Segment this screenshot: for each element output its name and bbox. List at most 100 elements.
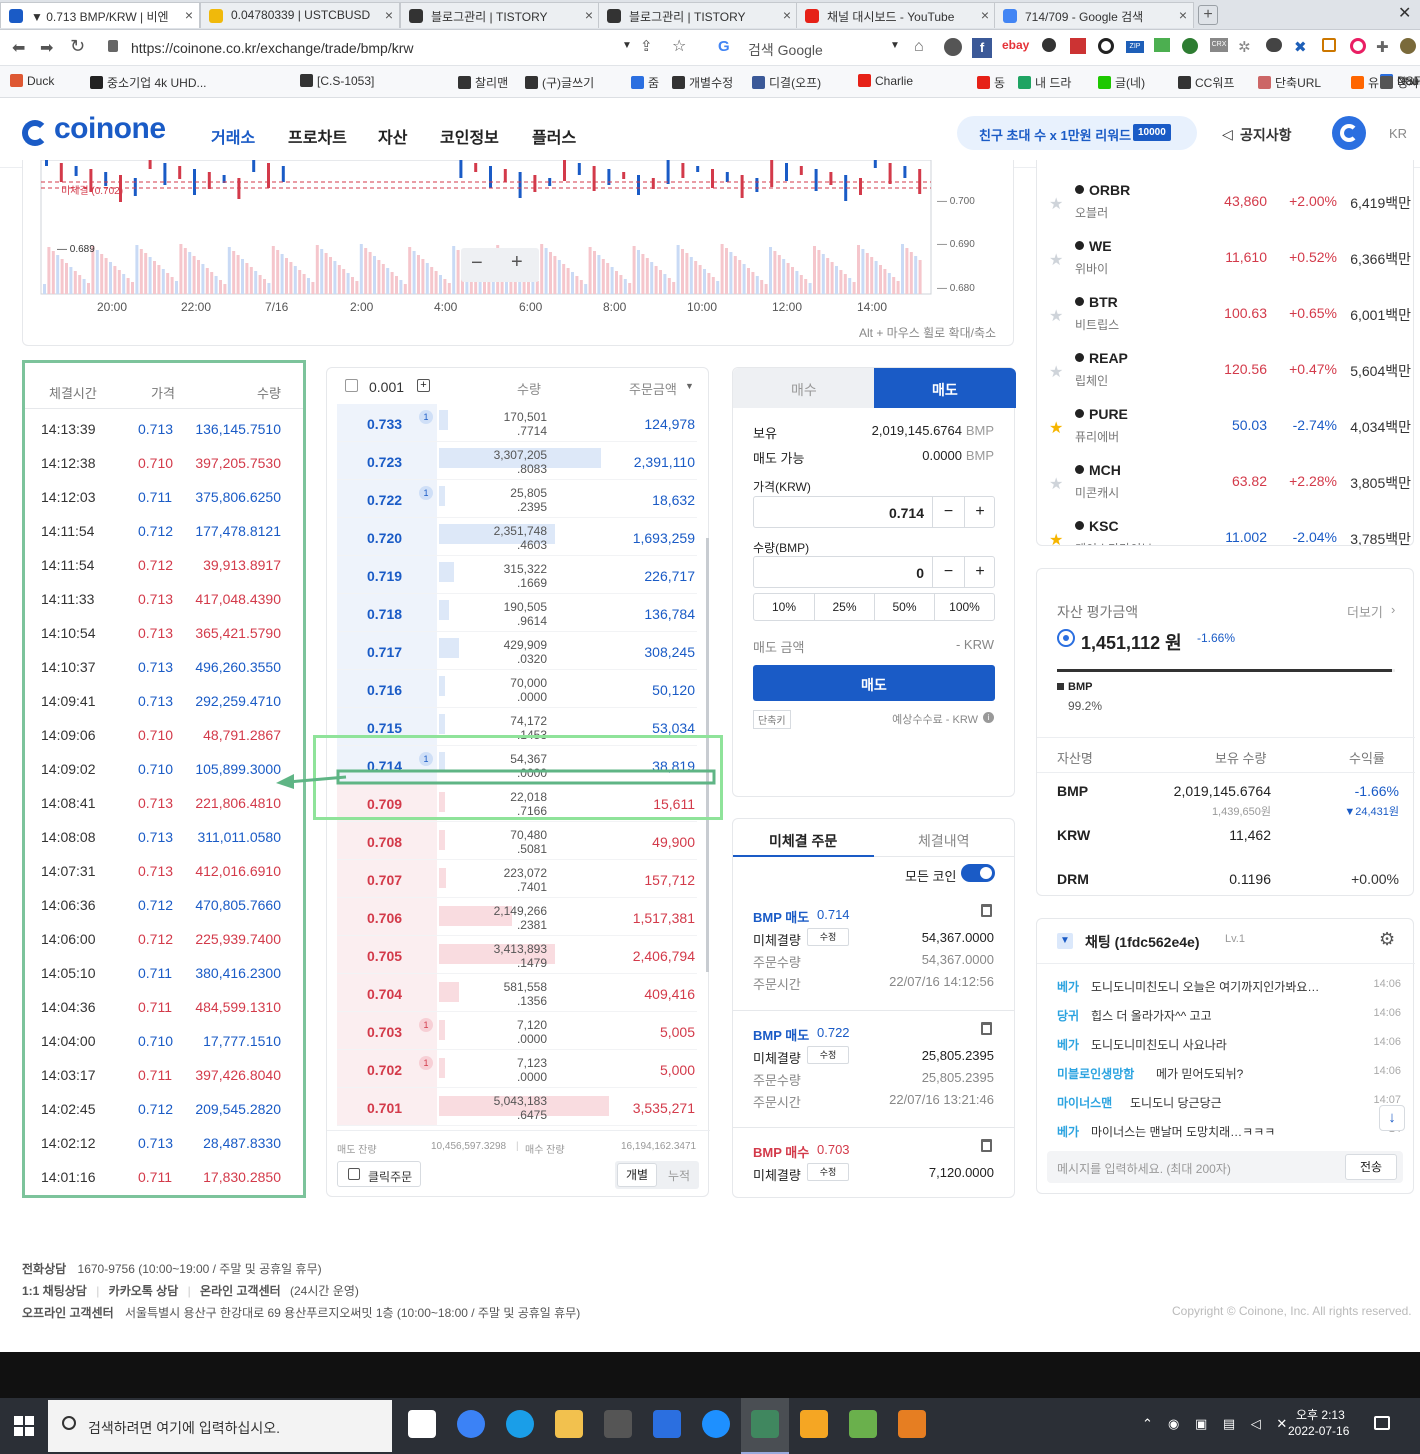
zoom-out-button[interactable]: − bbox=[471, 252, 483, 275]
chat-settings-icon[interactable]: ⚙ bbox=[1379, 929, 1395, 950]
ask-row[interactable]: 0.733 1 170,501.7714 124,978 bbox=[327, 404, 710, 442]
bid-row[interactable]: 0.706 2,149,266.2381 1,517,381 bbox=[327, 898, 710, 936]
bid-row[interactable]: 0.703 1 7,120.0000 5,005 bbox=[327, 1012, 710, 1050]
ob-price[interactable]: 0.715 bbox=[367, 720, 402, 736]
notice-link[interactable]: 공지사항 bbox=[1240, 125, 1292, 145]
bookmark-item[interactable]: 동 bbox=[977, 74, 1005, 91]
ask-row[interactable]: 0.717 429,909.0320 308,245 bbox=[327, 632, 710, 670]
ext-circle-icon[interactable] bbox=[1098, 38, 1114, 54]
ext-ring-icon[interactable] bbox=[1350, 38, 1366, 54]
cancel-order-icon[interactable] bbox=[981, 1022, 992, 1035]
globe-icon[interactable] bbox=[1182, 38, 1198, 54]
forward-icon[interactable]: ➡ bbox=[40, 38, 53, 58]
store-icon[interactable] bbox=[604, 1410, 632, 1438]
taskbar-search[interactable]: 검색하려면 여기에 입력하십시오. bbox=[48, 1400, 392, 1452]
chat-user[interactable]: 베가 bbox=[1057, 1036, 1079, 1053]
clock-time[interactable]: 오후 2:13 bbox=[1296, 1406, 1345, 1423]
asset-row[interactable]: DRM 0.1196 +0.00% bbox=[1037, 863, 1415, 907]
back-icon[interactable]: ⬅ bbox=[12, 38, 25, 58]
tab-close-icon[interactable]: × bbox=[981, 7, 989, 23]
ask-row[interactable]: 0.719 315,322.1669 226,717 bbox=[327, 556, 710, 594]
sell-submit-button[interactable]: 매도 bbox=[753, 665, 995, 701]
percent-button[interactable]: 10% bbox=[754, 594, 814, 620]
app-green-icon[interactable] bbox=[849, 1410, 877, 1438]
file-explorer-icon[interactable] bbox=[555, 1410, 583, 1438]
coin-row[interactable]: ★ BTR 비트립스 100.63 +0.65% 6,001백만 bbox=[1037, 284, 1413, 340]
favorite-star-icon[interactable]: ★ bbox=[1049, 418, 1063, 438]
bookmark-item[interactable]: 줌 bbox=[631, 74, 659, 91]
ob-price[interactable]: 0.733 bbox=[367, 416, 402, 432]
url-field[interactable]: https://coinone.co.kr/exchange/trade/bmp… bbox=[131, 40, 413, 56]
reload-icon[interactable]: ↻ bbox=[70, 36, 85, 57]
bid-row[interactable]: 0.707 223,072.7401 157,712 bbox=[327, 860, 710, 898]
chat-user[interactable]: 마이너스맨 bbox=[1057, 1094, 1112, 1111]
bookmark-item[interactable]: 개별수정 bbox=[672, 74, 733, 91]
tab-close-icon[interactable]: × bbox=[385, 7, 393, 23]
ext-gear-icon[interactable]: ✲ bbox=[1238, 38, 1251, 56]
ob-price[interactable]: 0.703 bbox=[367, 1024, 402, 1040]
edit-order-button[interactable]: 수정 bbox=[807, 1046, 849, 1064]
task-view-icon[interactable] bbox=[408, 1410, 436, 1438]
app-orange-icon[interactable] bbox=[898, 1410, 926, 1438]
ob-price[interactable]: 0.717 bbox=[367, 644, 402, 660]
browser-tab[interactable]: 714/709 - Google 검색 × bbox=[994, 2, 1194, 28]
chat-collapse-icon[interactable]: ▼ bbox=[1057, 933, 1073, 949]
browser-tab[interactable]: 채널 대시보드 - YouTube × bbox=[796, 2, 996, 28]
bookmark-item[interactable]: 디결(오프) bbox=[752, 74, 821, 91]
assets-more-link[interactable]: 더보기 bbox=[1347, 602, 1383, 621]
bid-row[interactable]: 0.705 3,413,893.1479 2,406,794 bbox=[327, 936, 710, 974]
cancel-order-icon[interactable] bbox=[981, 904, 992, 917]
tab-close-icon[interactable]: × bbox=[783, 7, 791, 23]
user-avatar[interactable] bbox=[1332, 116, 1366, 150]
ext-green-icon[interactable] bbox=[1154, 38, 1170, 52]
favorite-star-icon[interactable]: ★ bbox=[1049, 250, 1063, 270]
tab-buy[interactable]: 매수 bbox=[733, 368, 874, 408]
tab-sell[interactable]: 매도 bbox=[874, 368, 1016, 408]
tab-open-orders[interactable]: 미체결 주문 bbox=[733, 819, 874, 857]
percent-button[interactable]: 50% bbox=[874, 594, 934, 620]
window-close-icon[interactable]: ✕ bbox=[1398, 3, 1411, 23]
qty-input[interactable]: 0 bbox=[916, 565, 924, 581]
ob-price[interactable]: 0.719 bbox=[367, 568, 402, 584]
view-cumulative-button[interactable]: 누적 bbox=[661, 1167, 697, 1184]
chat-send-button[interactable]: 전송 bbox=[1345, 1154, 1397, 1180]
nav-item[interactable]: 플러스 bbox=[532, 124, 576, 148]
ob-price[interactable]: 0.707 bbox=[367, 872, 402, 888]
ask-row[interactable]: 0.716 70,000.0000 50,120 bbox=[327, 670, 710, 708]
browser-tab[interactable]: 0.04780339 | USTCBUSD × bbox=[200, 2, 400, 28]
bookmark-item[interactable]: Duck bbox=[10, 74, 54, 88]
ext-grid-icon[interactable] bbox=[1070, 38, 1086, 54]
facebook-icon[interactable]: f bbox=[972, 38, 992, 58]
ob-price[interactable]: 0.716 bbox=[367, 682, 402, 698]
dropdown-icon[interactable]: ▼ bbox=[622, 40, 632, 51]
tab-close-icon[interactable]: × bbox=[585, 7, 593, 23]
chat-user[interactable]: 당귀 bbox=[1057, 1007, 1079, 1024]
excel-icon[interactable] bbox=[741, 1398, 789, 1454]
favorite-star-icon[interactable]: ★ bbox=[1049, 194, 1063, 214]
nav-item[interactable]: 프로차트 bbox=[288, 124, 347, 148]
ob-price[interactable]: 0.701 bbox=[367, 1100, 402, 1116]
footer-kakao-link[interactable]: 카카오톡 상담 bbox=[109, 1284, 179, 1298]
new-tab-button[interactable]: + bbox=[1198, 5, 1218, 25]
bookmark-item[interactable]: [C.S-1053] bbox=[300, 74, 374, 88]
browser-tab[interactable]: 블로그관리 | TISTORY × bbox=[598, 2, 798, 28]
edge-icon[interactable] bbox=[506, 1410, 534, 1438]
notification-icon[interactable] bbox=[1374, 1416, 1390, 1430]
chat-user[interactable]: 미블로인생망함 bbox=[1057, 1065, 1134, 1082]
favorite-star-icon[interactable]: ★ bbox=[1049, 530, 1063, 545]
bookmark-item[interactable]: 단축URL bbox=[1258, 74, 1321, 91]
ob-price[interactable]: 0.702 bbox=[367, 1062, 402, 1078]
ask-row[interactable]: 0.718 190,505.9614 136,784 bbox=[327, 594, 710, 632]
share-icon[interactable]: ⇪ bbox=[640, 37, 653, 55]
bookmark-item[interactable]: 글(네) bbox=[1098, 74, 1145, 91]
bookmark-item[interactable]: Charlie bbox=[858, 74, 913, 88]
search-engine-field[interactable]: 검색 Google bbox=[748, 40, 823, 60]
qty-minus-button[interactable]: − bbox=[932, 557, 964, 587]
percent-button[interactable]: 25% bbox=[814, 594, 874, 620]
tray-icons[interactable]: ◉ ▣ ▤ ◁ ✕ bbox=[1168, 1416, 1293, 1432]
tick-checkbox[interactable] bbox=[345, 379, 358, 392]
footer-chat-link[interactable]: 1:1 채팅상담 bbox=[22, 1284, 87, 1298]
ext-tool-icon[interactable]: ✖ bbox=[1294, 38, 1307, 56]
favorite-star-icon[interactable]: ★ bbox=[1049, 362, 1063, 382]
coin-row[interactable]: ★ PURE 퓨리에버 50.03 -2.74% 4,034백만 bbox=[1037, 396, 1413, 452]
